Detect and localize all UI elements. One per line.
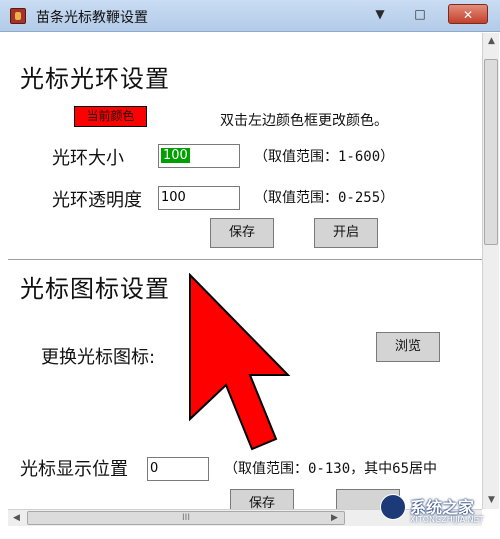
halo-size-value: 100 [161,148,190,163]
halo-opacity-input[interactable]: 100 [158,186,240,210]
cursor-position-label: 光标显示位置 [20,459,128,480]
halo-save-button[interactable]: 保存 [210,218,274,248]
halo-enable-button[interactable]: 开启 [314,218,378,248]
halo-size-label: 光环大小 [52,148,124,169]
minimize-button[interactable]: ▼ [368,4,392,24]
section-divider [8,259,490,261]
maximize-button[interactable]: □ [408,4,432,24]
watermark-url: XITONGZHIJIA.NET [410,515,484,524]
app-icon [10,8,26,24]
title-bar[interactable]: 苗条光标教鞭设置 ▼ □ ✕ [0,0,500,32]
window-title: 苗条光标教鞭设置 [36,10,148,26]
horizontal-scroll-thumb[interactable]: III [27,511,345,525]
watermark: 系统之家 XITONGZHIJIA.NET [380,492,496,530]
close-button[interactable]: ✕ [448,4,488,24]
position-save-button[interactable]: 保存 [230,489,294,509]
scroll-up-icon[interactable]: ▲ [483,33,500,50]
halo-opacity-label: 光环透明度 [52,190,142,211]
halo-size-hint: （取值范围：1-600） [254,149,395,165]
vertical-scroll-thumb[interactable] [484,59,498,245]
halo-opacity-hint: （取值范围：0-255） [254,190,395,206]
color-hint: 双击左边颜色框更改颜色。 [220,113,388,129]
scroll-right-icon[interactable]: ▶ [326,510,343,527]
settings-panel: 光标光环设置 当前颜色 双击左边颜色框更改颜色。 光环大小 100 （取值范围：… [8,33,490,509]
halo-section-title: 光标光环设置 [20,65,170,93]
halo-size-input[interactable]: 100 [158,144,240,168]
change-icon-label: 更换光标图标: [41,347,156,368]
red-arrow-cursor-icon [189,273,291,451]
icon-section-title: 光标图标设置 [20,275,170,303]
watermark-logo-icon [380,494,406,520]
cursor-position-input[interactable]: 0 [147,457,209,481]
current-color-box[interactable]: 当前颜色 [74,106,147,127]
scroll-left-icon[interactable]: ◀ [8,510,25,527]
settings-window: 苗条光标教鞭设置 ▼ □ ✕ 光标光环设置 当前颜色 双击左边颜色框更改颜色。 … [0,0,500,539]
vertical-scrollbar[interactable]: ▲ ▼ [482,33,499,509]
browse-button[interactable]: 浏览 [376,332,440,362]
cursor-position-hint: （取值范围：0-130，其中65居中 [224,461,438,477]
